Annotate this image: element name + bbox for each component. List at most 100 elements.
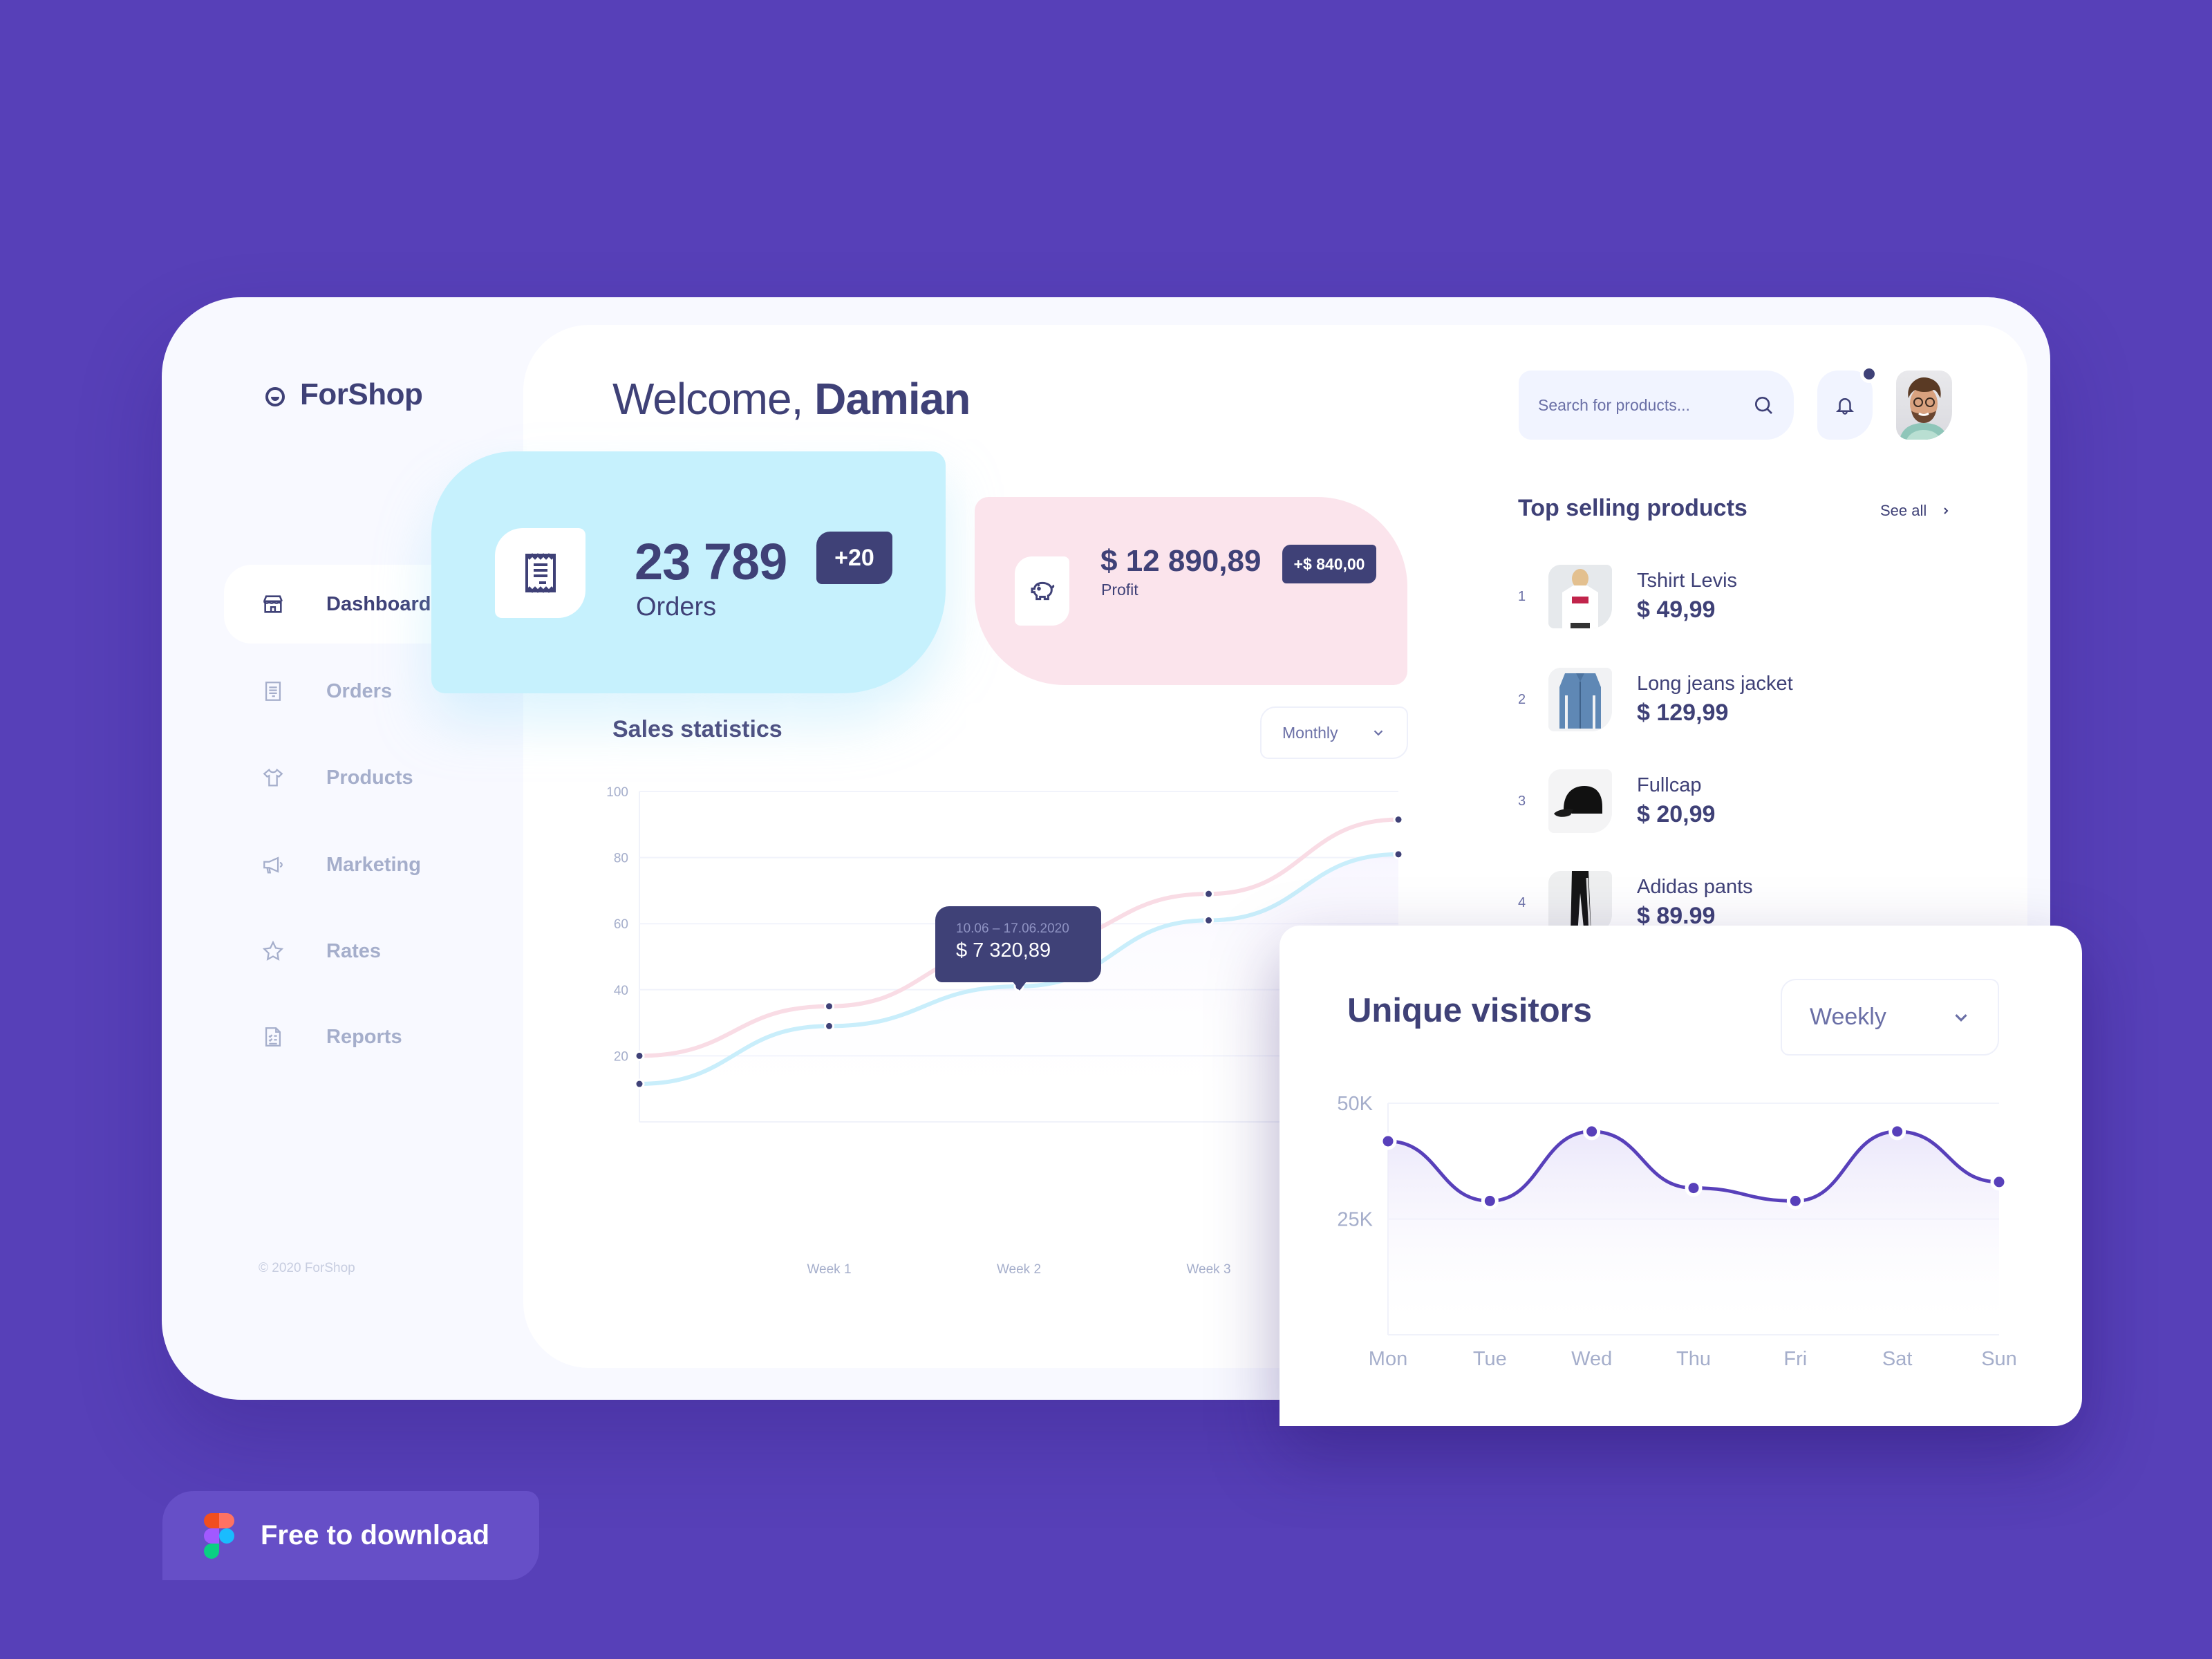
sidebar-item-label: Orders bbox=[326, 679, 393, 702]
area-fill bbox=[1388, 1131, 1999, 1335]
orders-label: Orders bbox=[636, 592, 717, 621]
star-icon bbox=[256, 937, 290, 965]
x-tick-label: Week 3 bbox=[1186, 1262, 1230, 1277]
sidebar-item-reports[interactable]: Reports bbox=[256, 1016, 463, 1058]
data-point bbox=[824, 1020, 834, 1031]
chevron-down-icon bbox=[1374, 730, 1383, 736]
sales-statistics-title: Sales statistics bbox=[612, 716, 782, 742]
greeting-text: Welcome, bbox=[612, 374, 803, 424]
figma-logo-icon bbox=[204, 1512, 234, 1559]
pants-product-image bbox=[1548, 871, 1612, 926]
product-thumbnail bbox=[1548, 668, 1612, 731]
app-logo: ForShop bbox=[300, 377, 423, 411]
data-point bbox=[1393, 814, 1404, 825]
sidebar-item-label: Rates bbox=[326, 939, 381, 962]
avatar-photo bbox=[1900, 377, 1948, 440]
y-tick-label: 20 bbox=[614, 1049, 628, 1064]
data-point bbox=[634, 1078, 645, 1089]
page-title: Welcome, Damian bbox=[612, 373, 971, 424]
copyright-text: © 2020 ForShop bbox=[259, 1261, 355, 1275]
x-tick-label: Week 1 bbox=[807, 1262, 851, 1277]
orders-icon-box bbox=[495, 528, 585, 618]
top-selling-title: Top selling products bbox=[1518, 495, 1747, 521]
search-input[interactable] bbox=[1538, 395, 1752, 415]
profit-icon-box bbox=[1015, 556, 1069, 626]
receipt-icon bbox=[256, 677, 290, 705]
data-point bbox=[1481, 1192, 1499, 1210]
sidebar-item-label: Dashboard bbox=[326, 592, 431, 615]
data-point bbox=[1393, 849, 1404, 860]
product-name: Long jeans jacket bbox=[1637, 673, 1793, 695]
search-bar bbox=[1519, 371, 1794, 440]
jacket-product-image bbox=[1548, 668, 1612, 731]
product-info: Tshirt Levis $ 49,99 bbox=[1637, 570, 1737, 624]
data-point bbox=[1685, 1179, 1703, 1197]
data-point bbox=[1379, 1132, 1397, 1150]
data-point bbox=[1203, 915, 1214, 926]
product-info: Fullcap $ 20,99 bbox=[1637, 774, 1715, 828]
product-list-item[interactable]: 3 Fullcap $ 20,99 bbox=[1507, 767, 1991, 836]
y-tick-label: 80 bbox=[614, 852, 628, 866]
x-tick-label: Sun bbox=[1981, 1348, 2017, 1370]
sidebar-item-marketing[interactable]: Marketing bbox=[256, 844, 463, 885]
x-tick-label: Sat bbox=[1882, 1348, 1913, 1370]
y-tick-label: 25K bbox=[1337, 1209, 1373, 1231]
free-to-download-button[interactable]: Free to download bbox=[162, 1491, 539, 1580]
user-avatar[interactable] bbox=[1896, 371, 1952, 440]
receipt-icon bbox=[525, 553, 556, 593]
product-price: $ 129,99 bbox=[1637, 700, 1729, 726]
chevron-right-icon bbox=[1944, 507, 1949, 514]
sidebar-item-rates[interactable]: Rates bbox=[256, 930, 463, 972]
orders-change-badge: +20 bbox=[816, 532, 892, 584]
see-all-link[interactable]: See all bbox=[1880, 502, 1951, 520]
cap-product-image bbox=[1548, 769, 1612, 833]
data-point bbox=[1583, 1123, 1601, 1141]
sidebar-item-products[interactable]: Products bbox=[256, 757, 463, 798]
product-list-item[interactable]: 1 Tshirt Levis $ 49,99 bbox=[1507, 562, 1991, 631]
sidebar-item-label: Products bbox=[326, 766, 413, 789]
piggy-bank-icon bbox=[1031, 581, 1054, 601]
user-name: Damian bbox=[814, 374, 971, 424]
data-point bbox=[1888, 1123, 1906, 1141]
x-tick-label: Week 2 bbox=[997, 1262, 1041, 1277]
product-list-item[interactable]: 2 Long jeans jacket $ 129,99 bbox=[1507, 665, 1991, 734]
x-tick-label: Fri bbox=[1783, 1348, 1807, 1370]
product-price: $ 49,99 bbox=[1637, 597, 1716, 623]
megaphone-icon bbox=[256, 851, 290, 879]
sales-period-dropdown[interactable]: Monthly bbox=[1260, 706, 1408, 759]
product-name: Tshirt Levis bbox=[1637, 570, 1738, 592]
y-tick-label: 50K bbox=[1337, 1093, 1373, 1115]
orders-value: 23 789 bbox=[635, 533, 787, 590]
sales-tooltip: 10.06 – 17.06.2020 $ 7 320,89 bbox=[935, 906, 1101, 991]
profit-value: $ 12 890,89 bbox=[1100, 544, 1262, 578]
y-tick-label: 40 bbox=[614, 984, 628, 998]
product-rank: 2 bbox=[1518, 691, 1526, 707]
logo-icon bbox=[265, 387, 285, 406]
search-icon[interactable] bbox=[1752, 394, 1774, 416]
unique-visitors-title: Unique visitors bbox=[1347, 992, 1592, 1029]
sidebar-item-label: Reports bbox=[326, 1025, 402, 1048]
store-icon bbox=[256, 590, 290, 618]
x-tick-label: Tue bbox=[1473, 1348, 1507, 1370]
dropdown-selected-value: Monthly bbox=[1282, 723, 1338, 742]
data-point bbox=[824, 1001, 834, 1012]
dropdown-selected-value: Weekly bbox=[1810, 1004, 1886, 1030]
data-point bbox=[1203, 888, 1214, 899]
tshirt-icon bbox=[256, 764, 290, 791]
report-icon bbox=[256, 1023, 290, 1051]
unique-visitors-area-chart: 25K 50K Mon Tue Wed Thu Fri Sat Sun bbox=[1337, 1093, 2017, 1370]
y-tick-label: 100 bbox=[606, 785, 628, 800]
product-rank: 1 bbox=[1518, 588, 1526, 604]
see-all-label: See all bbox=[1880, 502, 1927, 519]
bell-icon bbox=[1835, 398, 1855, 415]
data-point bbox=[1990, 1173, 2008, 1191]
product-rank: 4 bbox=[1518, 894, 1526, 910]
download-label: Free to download bbox=[261, 1520, 490, 1550]
product-list-item[interactable]: 4 Adidas pants $ 89.99 bbox=[1507, 868, 1991, 926]
tooltip-date-range: 10.06 – 17.06.2020 bbox=[956, 921, 1069, 936]
visitors-period-dropdown[interactable]: Weekly bbox=[1781, 979, 1999, 1056]
product-thumbnail bbox=[1548, 871, 1612, 926]
sidebar-item-label: Marketing bbox=[326, 853, 421, 876]
chevron-down-icon bbox=[1955, 1013, 1967, 1022]
y-tick-label: 60 bbox=[614, 917, 628, 932]
